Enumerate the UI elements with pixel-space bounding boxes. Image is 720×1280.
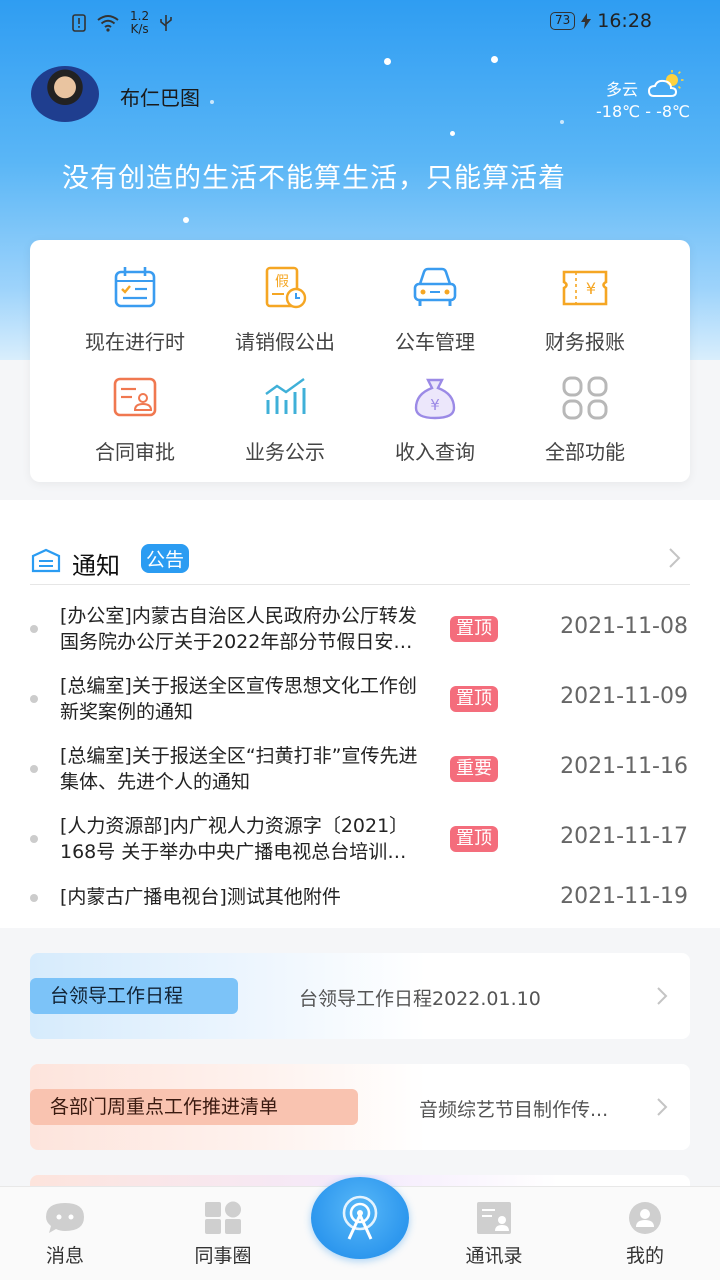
user-avatar[interactable] [31,66,99,122]
calendar-icon [114,267,156,308]
notice-header[interactable]: 通知 公告 [30,540,690,585]
tab-contacts[interactable]: 通讯录 [434,1201,554,1268]
battery-indicator: 73 [549,12,576,30]
notice-item[interactable]: [内蒙古广播电视台]测试其他附件 2021-11-19 [30,868,690,909]
charging-icon [581,13,592,29]
notice-item-date: 2021-11-17 [560,824,688,849]
notice-title: 通知 [72,552,120,580]
weather-temperature: -18℃ - -8℃ [596,102,690,121]
func-label: 财务报账 [545,330,625,354]
broadcast-tower-icon [342,1195,378,1240]
banner-label: 各部门周重点工作推进清单 [30,1089,358,1125]
notice-item-tag: 置顶 [450,616,498,642]
user-name: 布仁巴图 [120,86,200,110]
func-label: 请销假公出 [235,330,335,354]
func-label: 合同审批 [95,440,175,464]
status-bar: 1.2 K/s 73 16:28 [0,0,720,44]
notice-item-tag: 重要 [450,756,498,782]
partly-cloudy-icon [648,70,684,97]
banner-text: 音频综艺节目制作传... [419,1099,609,1121]
notice-item-text: [总编室]关于报送全区宣传思想文化工作创新奖案例的通知 [60,675,417,723]
notice-item-text: [办公室]内蒙古自治区人民政府办公厅转发国务院办公厅关于2022年部分节假日安排… [60,605,417,653]
notice-badge: 公告 [141,544,190,573]
notice-item-text: [人力资源部]内广视人力资源字〔2021〕168号 关于举办中央广播电视总台培训… [60,815,409,863]
slogan: 没有创造的生活不能算生活，只能算活着 [62,163,566,194]
function-grid: 现在进行时 假 请销假公出 公车管理 ¥ 财务报账 合同审批 业务公示 ¥ 收入… [30,240,690,482]
receipt-yen-icon: ¥ [562,270,608,306]
notice-item-date: 2021-11-09 [560,684,688,709]
money-bag-icon: ¥ [414,378,456,420]
weekly-tasks-banner[interactable]: 各部门周重点工作推进清单 音频综艺节目制作传... [30,1064,690,1150]
notice-item[interactable]: [人力资源部]内广视人力资源字〔2021〕168号 关于举办中央广播电视总台培训… [30,809,690,869]
banner-label: 台领导工作日程 [30,978,238,1014]
notice-item-date: 2021-11-08 [560,614,688,639]
network-speed: 1.2 K/s [130,9,150,36]
usb-icon [160,15,172,31]
chat-bubble-icon [46,1203,84,1233]
leader-schedule-banner[interactable]: 台领导工作日程 台领导工作日程2022.01.10 [30,953,690,1039]
func-label: 业务公示 [245,440,325,464]
apps-icon [205,1201,241,1234]
grid-icon [562,376,608,420]
tab-messages[interactable]: 消息 [5,1201,125,1268]
chevron-right-icon [657,1098,668,1116]
svg-text:¥: ¥ [430,396,440,414]
chevron-right-icon[interactable] [666,546,682,570]
chevron-right-icon [657,987,668,1005]
tab-mine[interactable]: 我的 [585,1201,705,1268]
func-label: 现在进行时 [85,330,185,354]
func-finance-reimbursement[interactable]: ¥ 财务报账 [510,264,660,364]
tab-colleagues[interactable]: 同事圈 [163,1201,283,1268]
notice-section: 通知 公告 [办公室]内蒙古自治区人民政府办公厅转发国务院办公厅关于2022年部… [0,500,720,928]
svg-text:¥: ¥ [586,279,596,298]
alert-icon [72,14,86,32]
center-broadcast-button[interactable] [311,1177,409,1259]
bar-chart-icon [265,378,306,414]
func-label: 收入查询 [395,440,475,464]
func-business-publicity[interactable]: 业务公示 [210,374,360,474]
clock: 16:28 [597,10,652,32]
func-vehicle-management[interactable]: 公车管理 [360,264,510,364]
wifi-icon [97,15,119,32]
notice-item-tag: 置顶 [450,686,498,712]
notice-item-text: [内蒙古广播电视台]测试其他附件 [60,886,341,908]
notice-item[interactable]: [总编室]关于报送全区宣传思想文化工作创新奖案例的通知 置顶 2021-11-0… [30,669,690,729]
leave-icon: 假 [265,266,307,309]
notice-item[interactable]: [办公室]内蒙古自治区人民政府办公厅转发国务院办公厅关于2022年部分节假日安排… [30,599,690,659]
func-all-functions[interactable]: 全部功能 [510,374,660,474]
notice-item-tag: 置顶 [450,826,498,852]
weather-description: 多云 [605,80,638,99]
func-leave-request[interactable]: 假 请销假公出 [210,264,360,364]
notice-icon [31,548,61,573]
car-icon [413,267,457,306]
contacts-icon [477,1202,511,1234]
contract-icon [113,377,157,417]
notice-item[interactable]: [总编室]关于报送全区“扫黄打非”宣传先进集体、先进个人的通知 重要 2021-… [30,739,690,799]
notice-item-date: 2021-11-16 [560,754,688,779]
func-label: 全部功能 [545,440,625,464]
notice-item-date: 2021-11-19 [560,884,688,909]
func-label: 公车管理 [395,330,475,354]
notice-item-text: [总编室]关于报送全区“扫黄打非”宣传先进集体、先进个人的通知 [60,745,418,793]
svg-text:假: 假 [275,274,289,290]
func-current-work[interactable]: 现在进行时 [60,264,210,364]
func-contract-approval[interactable]: 合同审批 [60,374,210,474]
user-icon [629,1202,661,1234]
banner-text: 台领导工作日程2022.01.10 [299,988,541,1010]
func-income-query[interactable]: ¥ 收入查询 [360,374,510,474]
